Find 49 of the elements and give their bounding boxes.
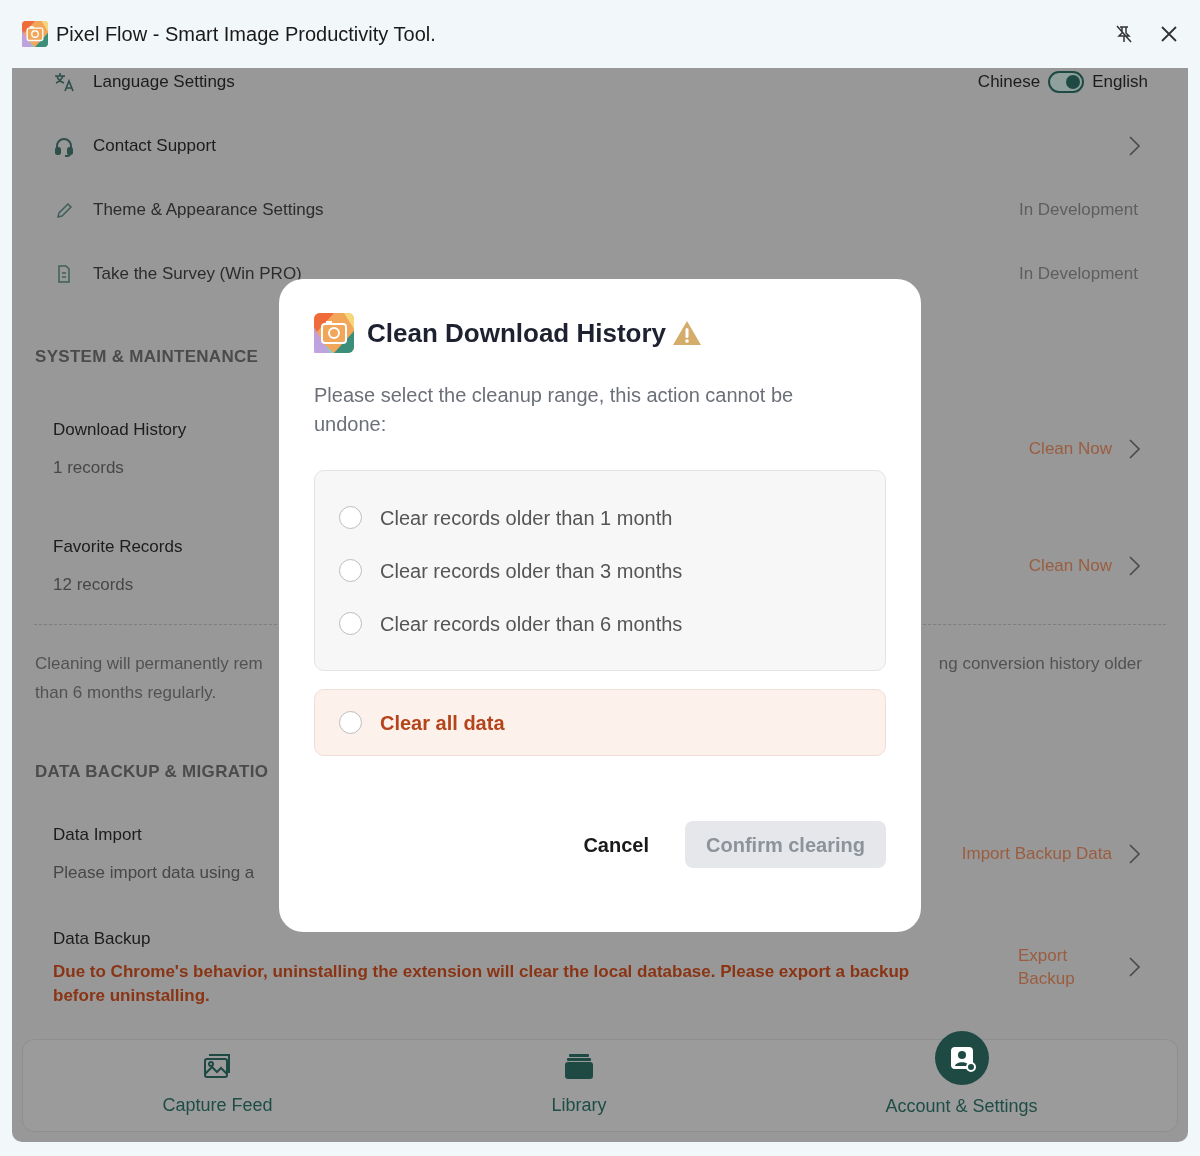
action-link[interactable]: Clean Now xyxy=(1028,552,1112,579)
warning-text: Due to Chrome's behavior, uninstalling the extension will clear the local database. Please export a backup before uninstalling. xyxy=(53,960,911,1007)
item-title: Download History xyxy=(53,419,187,441)
item-subtitle: 1 records xyxy=(53,456,125,479)
item-title: Data Backup xyxy=(53,928,152,951)
nav-tab[interactable]: Capture Feed xyxy=(23,1040,412,1131)
item-title: Data Import xyxy=(53,824,143,846)
setting-label: Contact Support xyxy=(93,135,216,158)
chevron-right-icon[interactable] xyxy=(1128,554,1142,577)
item-title: Favorite Records xyxy=(53,536,183,558)
note-text: than 6 months regularly. xyxy=(35,682,218,704)
danger-option[interactable]: Clear all data xyxy=(314,689,886,756)
window-title: Pixel Flow - Smart Image Productivity Tool. xyxy=(56,22,436,47)
chevron-right-icon[interactable] xyxy=(1128,135,1142,157)
nav-tab[interactable]: Library xyxy=(412,1040,746,1131)
language-toggle[interactable] xyxy=(1048,71,1085,93)
section-heading: DATA BACKUP & MIGRATIO xyxy=(34,761,270,783)
setting-label: Language Settings xyxy=(93,71,235,94)
language-option: Chinese xyxy=(977,69,1041,95)
action-link[interactable]: Clean Now xyxy=(1028,435,1112,462)
action-link[interactable]: Import Backup Data xyxy=(961,840,1112,867)
radio-option[interactable]: Clear records older than 3 months xyxy=(339,544,861,597)
language-option: English xyxy=(1092,69,1148,95)
setting-label: Take the Survey (Win PRO) xyxy=(93,263,302,286)
item-subtitle: 12 records xyxy=(53,573,135,596)
item-subtitle: Please import data using a xyxy=(53,861,255,884)
chevron-right-icon[interactable] xyxy=(1128,956,1142,978)
cancel-button[interactable]: Cancel xyxy=(577,828,655,861)
chevron-right-icon[interactable] xyxy=(1128,842,1142,865)
section-heading: SYSTEM & MAINTENANCE xyxy=(34,346,260,368)
radio-option[interactable]: Clear records older than 1 month xyxy=(339,491,861,544)
headset-icon xyxy=(53,135,75,157)
close-icon[interactable] xyxy=(1160,25,1178,43)
nav-tab[interactable]: Account & Settings xyxy=(746,1020,1177,1131)
unpin-icon[interactable] xyxy=(1114,24,1134,44)
chevron-right-icon[interactable] xyxy=(1128,437,1142,460)
dialog-message: Please select the cleanup range, this action cannot be undone: xyxy=(314,383,795,437)
dialog-title: Clean Download History xyxy=(367,316,667,350)
note-text: Cleaning will permanently rem xyxy=(35,653,263,675)
app-logo xyxy=(314,313,354,353)
status-label: In Development xyxy=(1018,263,1138,286)
translate-icon xyxy=(53,71,75,93)
app-logo xyxy=(22,21,48,47)
setting-label: Theme & Appearance Settings xyxy=(93,199,324,222)
warning-icon xyxy=(672,320,703,346)
action-link[interactable]: Export Backup xyxy=(1018,944,1088,990)
status-label: In Development xyxy=(1018,199,1138,222)
radio-option[interactable]: Clear records older than 6 months xyxy=(339,597,861,650)
note-text: ng conversion history older xyxy=(937,653,1143,675)
